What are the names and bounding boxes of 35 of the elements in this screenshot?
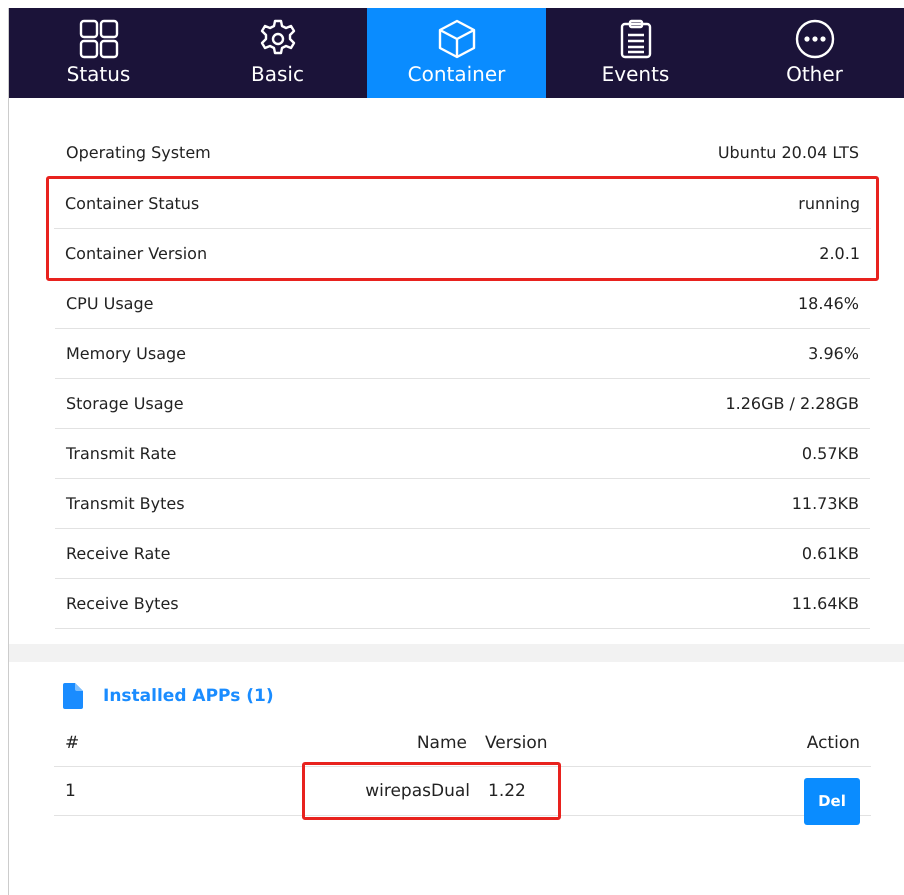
nav-tab[interactable]: Events [546, 8, 725, 98]
info-value: 1.26GB / 2.28GB [725, 394, 859, 413]
more-icon [794, 18, 836, 60]
table-cell-text: 1.22 [487, 781, 527, 801]
info-label: Container Status [65, 194, 200, 213]
table-cell-text: wirepasDual [364, 781, 470, 801]
info-value: 11.73KB [792, 494, 859, 513]
nav-tab[interactable]: Other [725, 8, 904, 98]
document-icon [63, 683, 83, 709]
section-title: Installed APPs (1) [103, 686, 274, 706]
column-header: Version [484, 733, 549, 753]
info-label: Transmit Rate [66, 444, 176, 463]
info-label: CPU Usage [66, 294, 154, 313]
grid-icon [78, 18, 120, 60]
info-value: 0.57KB [802, 444, 859, 463]
nav-tab[interactable]: Status [9, 8, 188, 98]
column-header: # [65, 733, 80, 753]
info-value: 3.96% [808, 344, 859, 363]
info-label: Storage Usage [66, 394, 184, 413]
info-value: running [798, 194, 860, 213]
nav-tab[interactable]: Basic [188, 8, 367, 98]
table-cell-text: 1 [65, 781, 77, 801]
info-label: Operating System [66, 143, 211, 162]
info-label: Receive Bytes [66, 594, 179, 613]
info-label: Memory Usage [66, 344, 186, 363]
info-label: Receive Rate [66, 544, 170, 563]
info-value: Ubuntu 20.04 LTS [718, 143, 859, 162]
info-label: Transmit Bytes [66, 494, 185, 513]
info-value: 18.46% [798, 294, 859, 313]
column-header: Name [416, 733, 467, 753]
info-label: Container Version [65, 244, 208, 263]
info-value: 2.0.1 [819, 244, 860, 263]
info-value: 0.61KB [802, 544, 859, 563]
info-value: 11.64KB [792, 594, 859, 613]
column-header: Action [806, 733, 860, 753]
